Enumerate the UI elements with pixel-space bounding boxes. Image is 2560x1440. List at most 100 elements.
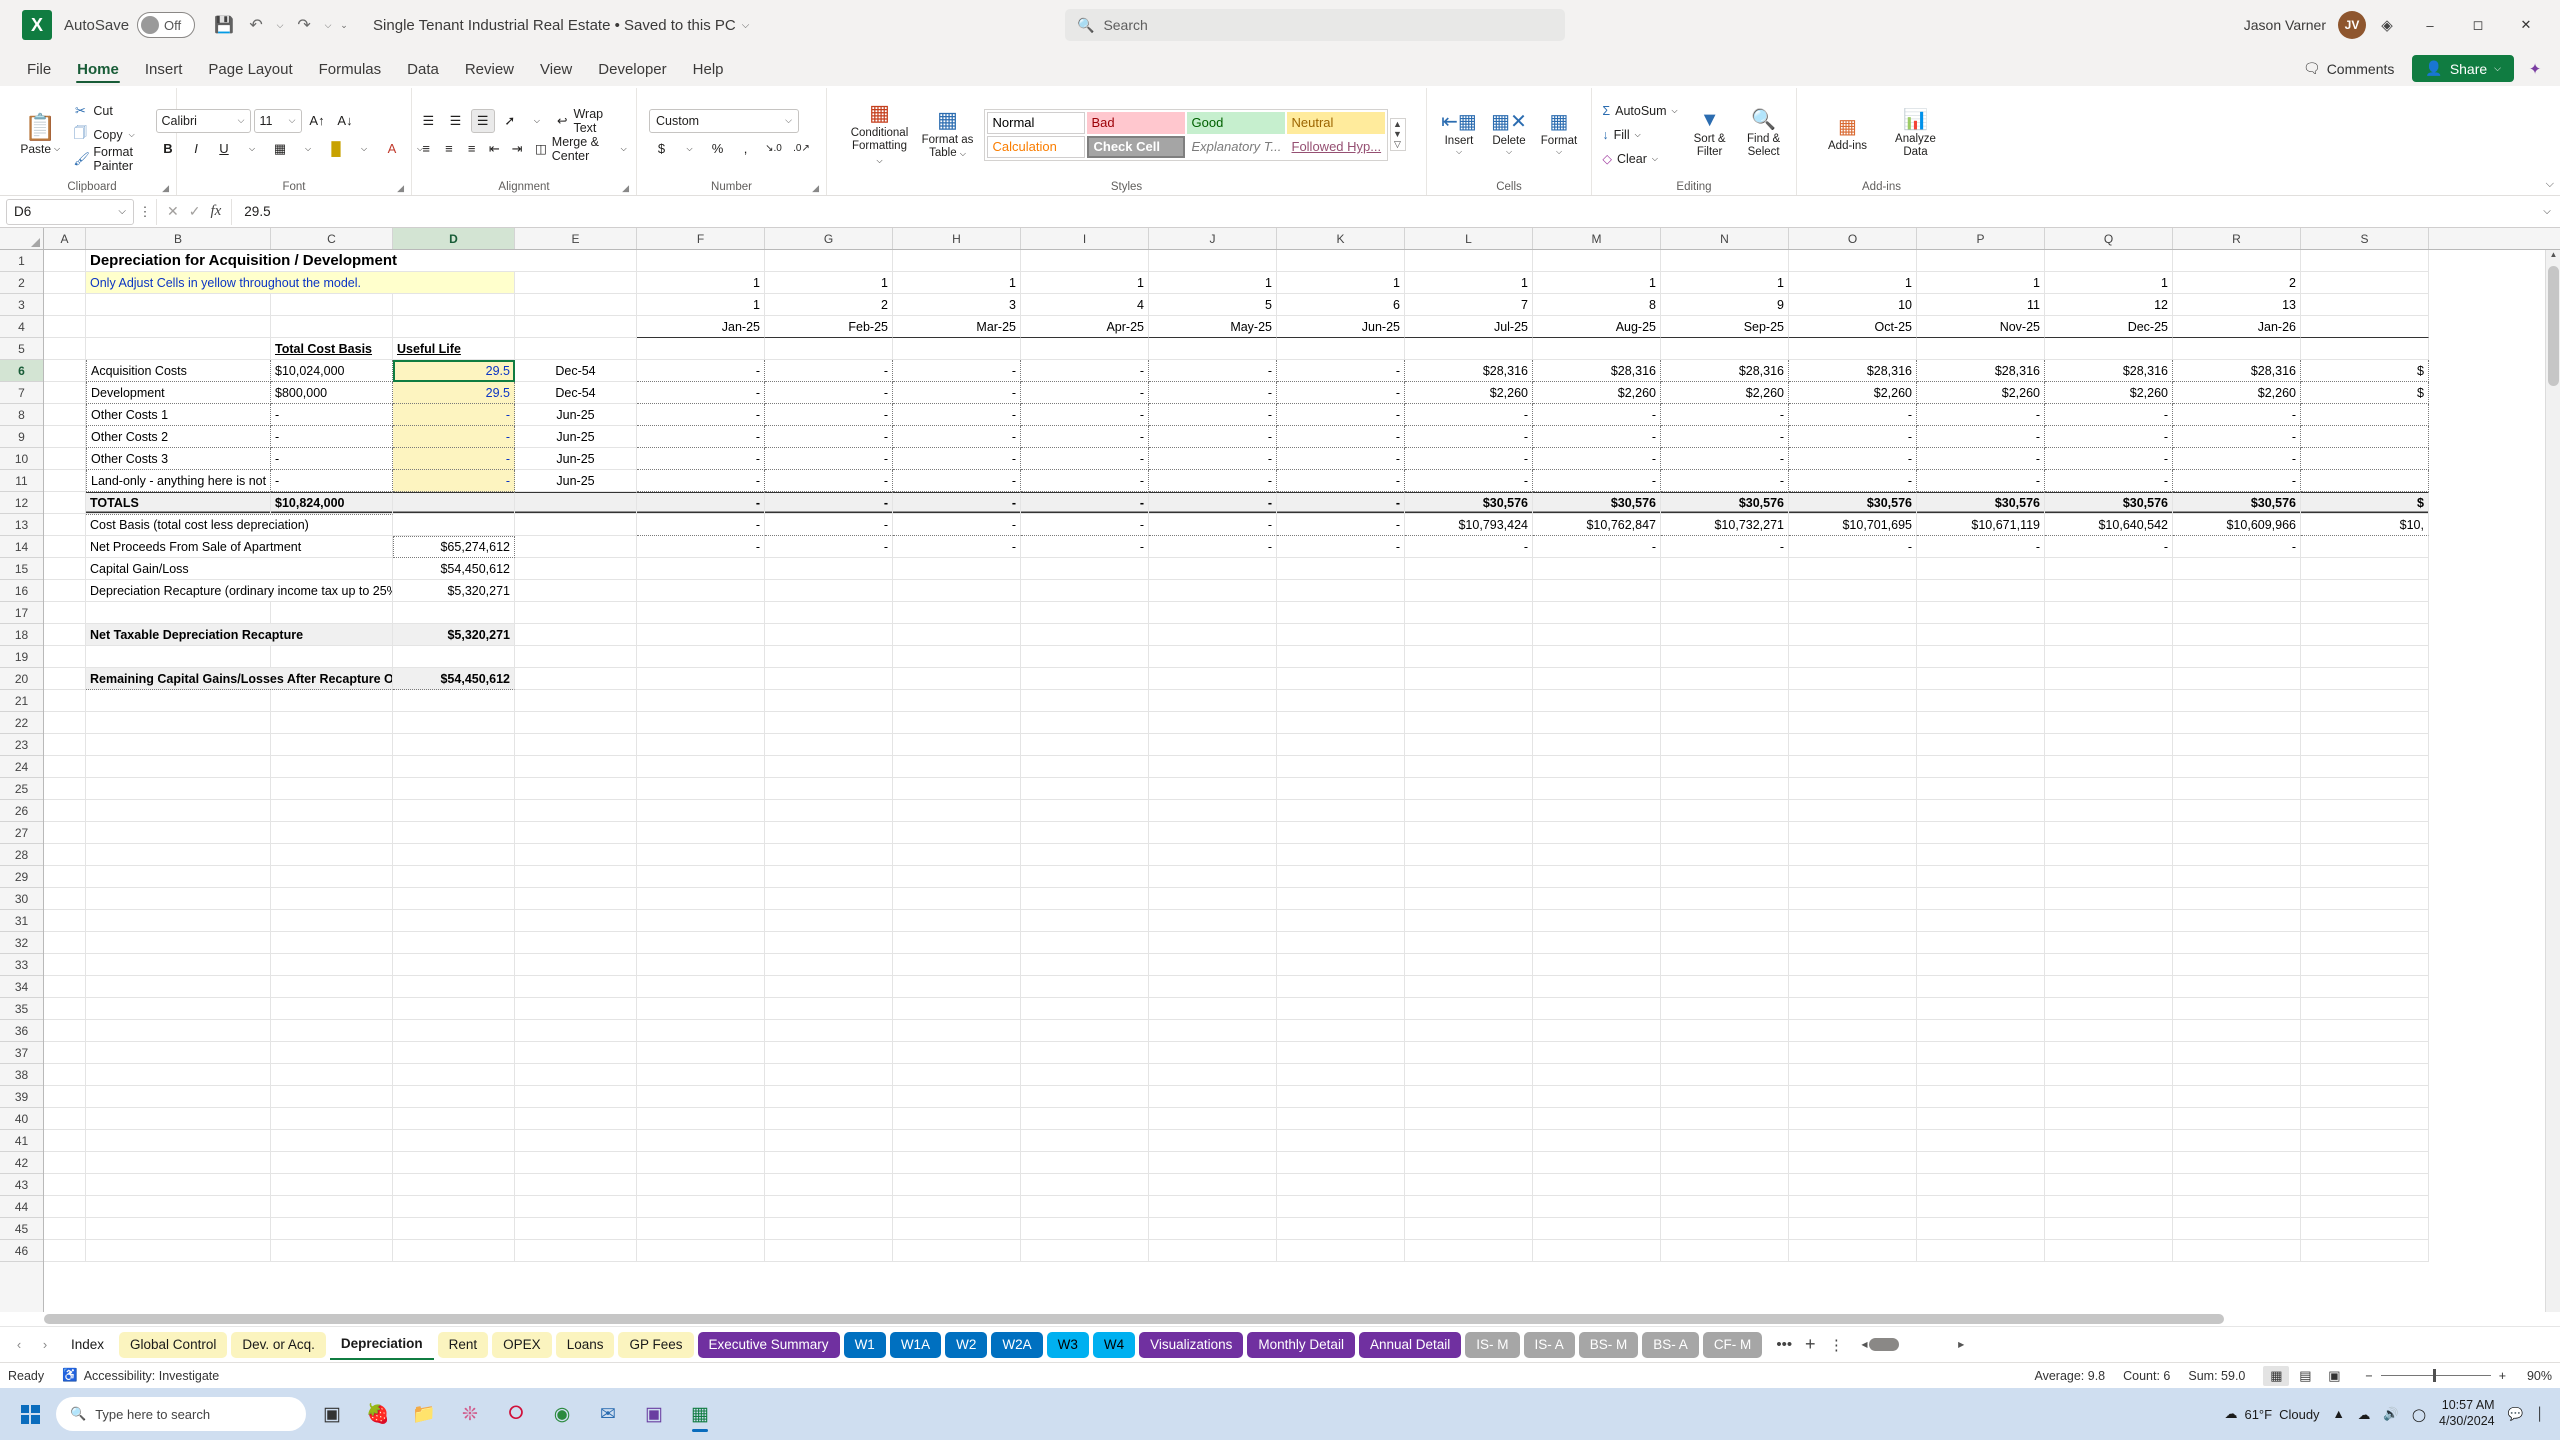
cell-K36[interactable] <box>1277 1020 1405 1042</box>
cell-S4[interactable] <box>2301 316 2429 338</box>
cell-H31[interactable] <box>893 910 1021 932</box>
cell-R33[interactable] <box>2173 954 2301 976</box>
cell-L32[interactable] <box>1405 932 1533 954</box>
cell-D37[interactable] <box>393 1042 515 1064</box>
cell-E16[interactable] <box>515 580 637 602</box>
cell-F44[interactable] <box>637 1196 765 1218</box>
cell-D13[interactable] <box>393 514 515 536</box>
cell-P7[interactable]: $2,260 <box>1917 382 2045 404</box>
cell-C32[interactable] <box>271 932 393 954</box>
cell-K32[interactable] <box>1277 932 1405 954</box>
cell-M3[interactable]: 8 <box>1533 294 1661 316</box>
row-header-2[interactable]: 2 <box>0 272 43 294</box>
cell-H6[interactable]: - <box>893 360 1021 382</box>
cell-M8[interactable]: - <box>1533 404 1661 426</box>
cell-J44[interactable] <box>1149 1196 1277 1218</box>
cell-D46[interactable] <box>393 1240 515 1262</box>
cell-O7[interactable]: $2,260 <box>1789 382 1917 404</box>
sort-filter-button[interactable]: ▼ Sort & Filter <box>1685 110 1735 159</box>
cell-Q1[interactable] <box>2045 250 2173 272</box>
cell-I34[interactable] <box>1021 976 1149 998</box>
cell-A27[interactable] <box>44 822 86 844</box>
cell-Q21[interactable] <box>2045 690 2173 712</box>
cell-N5[interactable] <box>1661 338 1789 360</box>
cell-P36[interactable] <box>1917 1020 2045 1042</box>
cell-J14[interactable]: - <box>1149 536 1277 558</box>
cell-E28[interactable] <box>515 844 637 866</box>
cell-L1[interactable] <box>1405 250 1533 272</box>
copilot-button[interactable]: ✦ <box>2522 56 2548 82</box>
save-icon[interactable]: 💾 <box>209 10 239 40</box>
cell-A29[interactable] <box>44 866 86 888</box>
comments-button[interactable]: 🗨 Comments <box>2293 56 2404 81</box>
cell-G34[interactable] <box>765 976 893 998</box>
cell-N19[interactable] <box>1661 646 1789 668</box>
cell-O31[interactable] <box>1789 910 1917 932</box>
cell-D18-value[interactable]: $5,320,271 <box>393 624 515 646</box>
cell-A15[interactable] <box>44 558 86 580</box>
cell-E34[interactable] <box>515 976 637 998</box>
cell-D29[interactable] <box>393 866 515 888</box>
cell-R31[interactable] <box>2173 910 2301 932</box>
cell-B9-label[interactable]: Other Costs 2 <box>86 426 271 448</box>
increase-decimal-button[interactable]: ↘.0 <box>761 137 786 161</box>
cell-F26[interactable] <box>637 800 765 822</box>
cell-N40[interactable] <box>1661 1108 1789 1130</box>
format-cells-button[interactable]: ▦ Format ⌵ <box>1534 112 1584 157</box>
cell-O2[interactable]: 1 <box>1789 272 1917 294</box>
cell-C5-header[interactable]: Total Cost Basis <box>271 338 393 360</box>
cell-H46[interactable] <box>893 1240 1021 1262</box>
cell-E45[interactable] <box>515 1218 637 1240</box>
row-header-32[interactable]: 32 <box>0 932 43 954</box>
cell-N18[interactable] <box>1661 624 1789 646</box>
sheet-tab-executive-summary[interactable]: Executive Summary <box>697 1331 840 1358</box>
cell-D28[interactable] <box>393 844 515 866</box>
cell-Q36[interactable] <box>2045 1020 2173 1042</box>
row-header-11[interactable]: 11 <box>0 470 43 492</box>
cell-B39[interactable] <box>86 1086 271 1108</box>
cell-M17[interactable] <box>1533 602 1661 624</box>
cell-Q17[interactable] <box>2045 602 2173 624</box>
cell-I20[interactable] <box>1021 668 1149 690</box>
photos-icon[interactable]: ❊ <box>450 1394 490 1434</box>
cell-K24[interactable] <box>1277 756 1405 778</box>
cell-R5[interactable] <box>2173 338 2301 360</box>
cell-N11[interactable]: - <box>1661 470 1789 492</box>
onedrive-icon[interactable]: ☁ <box>2358 1407 2371 1422</box>
cell-I27[interactable] <box>1021 822 1149 844</box>
cell-B43[interactable] <box>86 1174 271 1196</box>
cell-M11[interactable]: - <box>1533 470 1661 492</box>
cell-I39[interactable] <box>1021 1086 1149 1108</box>
cell-L23[interactable] <box>1405 734 1533 756</box>
sheet-tab-rent[interactable]: Rent <box>437 1331 489 1358</box>
cell-N32[interactable] <box>1661 932 1789 954</box>
cell-L8[interactable]: - <box>1405 404 1533 426</box>
cell-S36[interactable] <box>2301 1020 2429 1042</box>
cell-P29[interactable] <box>1917 866 2045 888</box>
cell-B42[interactable] <box>86 1152 271 1174</box>
cell-E7-date[interactable]: Dec-54 <box>515 382 637 404</box>
cell-H4[interactable]: Mar-25 <box>893 316 1021 338</box>
cell-E46[interactable] <box>515 1240 637 1262</box>
tab-scroll-thumb[interactable] <box>1869 1338 1900 1351</box>
bold-button[interactable]: B <box>156 137 181 161</box>
cell-O44[interactable] <box>1789 1196 1917 1218</box>
row-header-6[interactable]: 6 <box>0 360 43 382</box>
cell-H17[interactable] <box>893 602 1021 624</box>
cell-B16-label[interactable]: Depreciation Recapture (ordinary income … <box>86 580 393 602</box>
cell-L9[interactable]: - <box>1405 426 1533 448</box>
column-header-Q[interactable]: Q <box>2045 228 2173 249</box>
cell-L37[interactable] <box>1405 1042 1533 1064</box>
copilot-icon[interactable]: ◈ <box>2370 9 2404 41</box>
cell-E43[interactable] <box>515 1174 637 1196</box>
cell-K11[interactable]: - <box>1277 470 1405 492</box>
cell-F45[interactable] <box>637 1218 765 1240</box>
cell-A8[interactable] <box>44 404 86 426</box>
cell-L44[interactable] <box>1405 1196 1533 1218</box>
cell-R7[interactable]: $2,260 <box>2173 382 2301 404</box>
cell-O40[interactable] <box>1789 1108 1917 1130</box>
sheet-tab-w3[interactable]: W3 <box>1046 1331 1089 1358</box>
cell-P19[interactable] <box>1917 646 2045 668</box>
row-header-39[interactable]: 39 <box>0 1086 43 1108</box>
name-box-chevron-down-icon[interactable]: ⌵ <box>118 206 126 217</box>
